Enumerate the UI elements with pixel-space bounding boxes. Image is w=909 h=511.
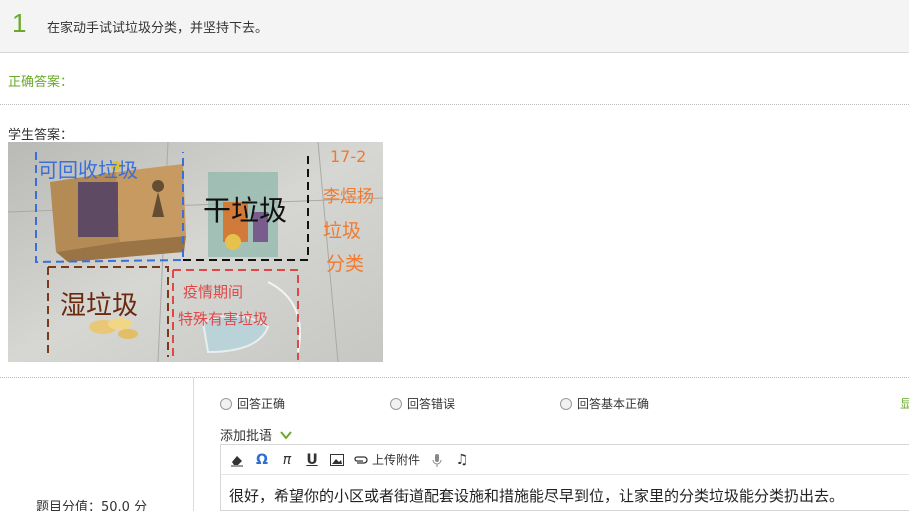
editor-toolbar: Ω π U 上传附件 ♫ [221, 445, 909, 475]
radio-wrong[interactable]: 回答错误 [390, 395, 455, 412]
label-dry: 干垃圾 [203, 194, 287, 227]
answer-photo-drawing: 可回收垃圾 干垃圾 湿垃圾 疫情期间 特殊有害垃圾 17-2 李煜扬 垃圾 分类 [8, 142, 383, 362]
question-number: 1 [12, 8, 27, 38]
label-recyclable: 可回收垃圾 [38, 158, 138, 182]
chevron-down-icon [280, 430, 292, 440]
radio-label: 回答错误 [407, 397, 456, 411]
question-card: 1 在家动手试试垃圾分类，并坚持下去。 正确答案： 学生答案： 可回收垃圾 干垃… [0, 0, 909, 511]
label-hazardous-2: 特殊有害垃圾 [178, 310, 268, 328]
label-sort-1: 垃圾 [323, 220, 361, 242]
label-sort-2: 分类 [326, 253, 364, 275]
student-answer-label: 学生答案： [8, 128, 74, 143]
formula-icon[interactable]: π [279, 451, 295, 469]
add-comment-toggle[interactable]: 添加批语 [220, 425, 292, 444]
score-label: 题目分值：50.0 分 [36, 500, 148, 511]
add-comment-label: 添加批语 [220, 429, 273, 444]
student-answer-photo[interactable]: 可回收垃圾 干垃圾 湿垃圾 疫情期间 特殊有害垃圾 17-2 李煜扬 垃圾 分类 [8, 142, 383, 362]
radio-mostly-correct[interactable]: 回答基本正确 [560, 395, 649, 412]
divider [0, 104, 909, 105]
question-header: 1 在家动手试试垃圾分类，并坚持下去。 [0, 0, 909, 53]
correct-answer-label: 正确答案： [8, 75, 74, 90]
radio-circle[interactable] [390, 397, 402, 410]
radio-label: 回答正确 [237, 397, 286, 411]
upload-attachment-button[interactable]: 上传附件 [354, 451, 420, 469]
image-icon[interactable] [329, 451, 345, 469]
paperclip-icon [354, 455, 368, 464]
radio-circle[interactable] [560, 397, 572, 410]
comment-text[interactable]: 很好，希望你的小区或者街道配套设施和措施能尽早到位，让家里的分类垃圾能分类扔出去… [229, 485, 844, 506]
upload-attachment-label: 上传附件 [372, 453, 421, 467]
label-class: 17-2 [330, 147, 366, 166]
radio-circle[interactable] [220, 397, 232, 410]
radio-label: 回答基本正确 [577, 397, 650, 411]
special-char-icon[interactable]: Ω [254, 451, 270, 469]
eraser-icon[interactable] [229, 451, 245, 469]
score-column [0, 378, 194, 511]
label-hazardous-1: 疫情期间 [183, 283, 243, 301]
label-name: 李煜扬 [323, 187, 374, 207]
truncated-action-link[interactable]: 显 [900, 395, 909, 412]
music-icon[interactable]: ♫ [454, 451, 470, 469]
radio-correct[interactable]: 回答正确 [220, 395, 285, 412]
comment-editor[interactable]: Ω π U 上传附件 ♫ 很好，希望你的小区或者街道配套设施和措施能尽早到位，让… [220, 444, 909, 511]
label-wet: 湿垃圾 [60, 291, 138, 321]
microphone-icon[interactable] [429, 451, 445, 469]
question-text: 在家动手试试垃圾分类，并坚持下去。 [47, 21, 269, 36]
underline-icon[interactable]: U [304, 451, 320, 469]
